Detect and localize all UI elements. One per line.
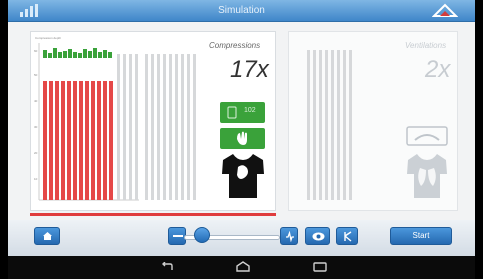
home-nav-icon[interactable]: [235, 261, 251, 272]
speed-slider-thumb[interactable]: [194, 227, 210, 243]
chest-icon: [222, 154, 264, 198]
compressions-title: Compressions: [209, 41, 261, 50]
compression-depth-baseline: [30, 213, 276, 216]
rate-feedback-badge: 102: [220, 102, 265, 123]
lungs-icon: [407, 154, 447, 198]
ventilations-count: 2x: [425, 56, 451, 83]
home-button[interactable]: [34, 227, 60, 245]
compressions-panel: Compression depth 60 50 40 30 20 10 Comp…: [30, 31, 276, 211]
view-button[interactable]: [305, 227, 330, 245]
back-icon[interactable]: [160, 262, 174, 272]
rate-feedback-value: 102: [244, 107, 256, 114]
home-icon: [43, 232, 52, 240]
svg-text:60: 60: [34, 49, 38, 53]
minus-icon: [173, 235, 183, 237]
svg-text:20: 20: [34, 151, 38, 155]
content-area: Compression depth 60 50 40 30 20 10 Comp…: [8, 22, 475, 220]
heart-rate-icon: [286, 231, 294, 242]
start-button[interactable]: Start: [390, 227, 452, 245]
android-navigation-bar: [8, 256, 475, 279]
svg-text:50: 50: [34, 73, 38, 77]
airway-icon: [406, 126, 448, 146]
compressions-count: 17x: [230, 56, 269, 83]
svg-text:30: 30: [34, 125, 38, 129]
phone-icon: [227, 106, 237, 119]
ventilations-panel: Ventilations 2x: [288, 31, 458, 211]
chart-toggle-button[interactable]: [336, 227, 358, 245]
hand-position-badge: [220, 128, 265, 149]
eye-icon: [312, 232, 325, 241]
svg-text:40: 40: [34, 99, 38, 103]
heart-rate-button[interactable]: [280, 227, 298, 245]
header-bar: Simulation: [8, 0, 475, 22]
ventilations-title: Ventilations: [405, 41, 447, 50]
compression-depth-chart-continuation: [145, 54, 196, 200]
hands-icon: [237, 131, 247, 145]
recent-apps-icon[interactable]: [313, 262, 327, 272]
simulation-screen: Simulation Compression depth 60 50 40 30…: [8, 0, 475, 279]
chart-toggle-icon: [344, 231, 352, 242]
svg-text:10: 10: [34, 177, 38, 181]
right-device-label: [378, 5, 408, 16]
logo-icon: [432, 3, 458, 17]
compression-depth-chart: 60 50 40 30 20 10: [34, 43, 139, 201]
ventilation-volume-chart: [307, 50, 352, 200]
